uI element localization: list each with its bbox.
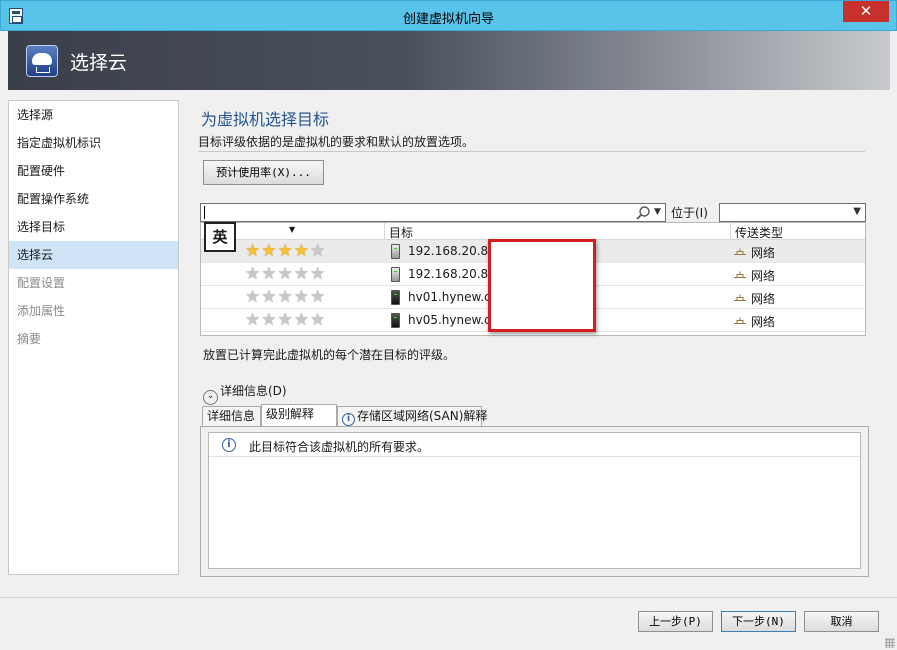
tab-rating-explanation[interactable]: 级别解释 bbox=[261, 404, 337, 426]
rating-stars: ★★★★★ bbox=[245, 312, 326, 329]
nav-item-select-destination[interactable]: 选择目标 bbox=[9, 213, 178, 241]
column-separator[interactable] bbox=[384, 223, 385, 240]
next-button[interactable]: 下一步(N) bbox=[721, 611, 796, 632]
nav-item-select-cloud[interactable]: 选择云 bbox=[9, 241, 178, 269]
star-icon: ★ bbox=[261, 310, 278, 330]
cloud-icon bbox=[26, 45, 58, 77]
nav-item-vm-identity[interactable]: 指定虚拟机标识 bbox=[9, 129, 178, 157]
ime-indicator[interactable]: 英 bbox=[204, 222, 236, 252]
star-icon: ★ bbox=[310, 264, 327, 284]
table-header: ▼ 目标 传送类型 bbox=[201, 223, 865, 240]
estimate-usage-button[interactable]: 预计使用率(X)... bbox=[203, 160, 324, 185]
nav-item-configure-os[interactable]: 配置操作系统 bbox=[9, 185, 178, 213]
column-header-target[interactable]: 目标 bbox=[389, 224, 413, 241]
star-icon: ★ bbox=[293, 241, 310, 261]
explanation-message: 此目标符合该虚拟机的所有要求。 bbox=[249, 440, 430, 454]
transfer-type: 网络 bbox=[751, 269, 776, 283]
target-host: 192.168.20.83 bbox=[408, 267, 496, 281]
rating-stars: ★★★★★ bbox=[245, 266, 326, 283]
status-text: 放置已计算完此虚拟机的每个潜在目标的评级。 bbox=[203, 348, 456, 362]
rating-stars: ★★★★★ bbox=[245, 243, 326, 260]
transfer-type: 网络 bbox=[751, 246, 776, 260]
redaction-box bbox=[488, 239, 596, 332]
star-icon: ★ bbox=[310, 310, 327, 330]
list-item[interactable]: i 此目标符合该虚拟机的所有要求。 bbox=[209, 433, 860, 457]
network-icon bbox=[734, 294, 746, 301]
star-icon: ★ bbox=[261, 241, 278, 261]
tab-panel: i 此目标符合该虚拟机的所有要求。 bbox=[200, 426, 869, 577]
star-icon: ★ bbox=[293, 310, 310, 330]
star-icon: ★ bbox=[245, 310, 262, 330]
explanation-list: i 此目标符合该虚拟机的所有要求。 bbox=[208, 432, 861, 569]
chevron-double-down-icon: ⌄ bbox=[203, 390, 218, 405]
close-button[interactable]: ✕ bbox=[843, 1, 889, 22]
banner-title: 选择云 bbox=[70, 52, 128, 74]
target-host: hv01.hynew.co bbox=[408, 290, 498, 304]
page-description: 目标评级依据的是虚拟机的要求和默认的放置选项。 bbox=[198, 135, 475, 149]
location-select[interactable]: ▼ bbox=[719, 203, 866, 222]
chevron-down-icon[interactable]: ▼ bbox=[654, 207, 661, 217]
nav-item-select-source[interactable]: 选择源 bbox=[9, 101, 178, 129]
server-dark-icon bbox=[391, 290, 400, 305]
nav-item-configure-settings: 配置设置 bbox=[17, 276, 66, 290]
wizard-banner: 选择云 bbox=[8, 31, 890, 90]
server-dark-icon bbox=[391, 313, 400, 328]
window-title: 创建虚拟机向导 bbox=[402, 12, 494, 27]
star-icon: ★ bbox=[310, 287, 327, 307]
network-icon bbox=[734, 317, 746, 324]
details-expander[interactable]: ⌄ 详细信息(D) bbox=[203, 382, 287, 405]
sort-descending-icon: ▼ bbox=[289, 225, 296, 234]
server-light-icon bbox=[391, 244, 400, 259]
nav-item-configure-hardware[interactable]: 配置硬件 bbox=[9, 157, 178, 185]
star-icon: ★ bbox=[293, 264, 310, 284]
star-icon: ★ bbox=[277, 241, 294, 261]
resize-grip-icon[interactable] bbox=[885, 638, 895, 648]
network-icon bbox=[734, 248, 746, 255]
previous-button[interactable]: 上一步(P) bbox=[638, 611, 713, 632]
tab-san-label: 存储区域网络(SAN)解释 bbox=[357, 409, 488, 423]
star-icon: ★ bbox=[277, 264, 294, 284]
chevron-down-icon: ▼ bbox=[853, 206, 861, 217]
cancel-button[interactable]: 取消 bbox=[804, 611, 879, 632]
star-icon: ★ bbox=[310, 241, 327, 261]
wizard-steps-nav: 选择源 指定虚拟机标识 配置硬件 配置操作系统 选择目标 选择云 配置设置 添加… bbox=[8, 100, 179, 575]
rating-stars: ★★★★★ bbox=[245, 289, 326, 306]
tab-san-explanation[interactable]: i 存储区域网络(SAN)解释 bbox=[337, 406, 487, 426]
target-host: hv05.hynew.co bbox=[408, 313, 498, 327]
column-header-transfer-type[interactable]: 传送类型 bbox=[735, 224, 783, 241]
star-icon: ★ bbox=[277, 310, 294, 330]
star-icon: ★ bbox=[277, 287, 294, 307]
star-icon: ★ bbox=[261, 287, 278, 307]
text-caret bbox=[204, 206, 205, 219]
transfer-type: 网络 bbox=[751, 292, 776, 306]
server-light-icon bbox=[391, 267, 400, 282]
title-bar: 创建虚拟机向导 ✕ bbox=[0, 0, 897, 31]
nav-item-summary: 摘要 bbox=[17, 332, 42, 346]
location-label: 位于(I) bbox=[671, 206, 708, 220]
page-heading: 为虚拟机选择目标 bbox=[201, 110, 330, 129]
column-separator[interactable] bbox=[730, 223, 731, 240]
divider bbox=[198, 151, 865, 152]
star-icon: ★ bbox=[245, 264, 262, 284]
info-icon: i bbox=[222, 438, 236, 452]
main-pane: 为虚拟机选择目标 目标评级依据的是虚拟机的要求和默认的放置选项。 预计使用率(X… bbox=[187, 100, 889, 590]
info-icon: i bbox=[342, 413, 355, 426]
search-input[interactable]: ▼ bbox=[200, 203, 666, 222]
footer-divider bbox=[0, 597, 897, 598]
star-icon: ★ bbox=[293, 287, 310, 307]
search-icon[interactable] bbox=[635, 205, 651, 221]
nav-item-add-properties: 添加属性 bbox=[17, 304, 66, 318]
star-icon: ★ bbox=[245, 241, 262, 261]
target-host: 192.168.20.85 bbox=[408, 244, 496, 258]
details-expander-label: 详细信息(D) bbox=[220, 384, 287, 398]
star-icon: ★ bbox=[261, 264, 278, 284]
network-icon bbox=[734, 271, 746, 278]
transfer-type: 网络 bbox=[751, 315, 776, 329]
tab-details[interactable]: 详细信息 bbox=[202, 406, 261, 426]
star-icon: ★ bbox=[245, 287, 262, 307]
